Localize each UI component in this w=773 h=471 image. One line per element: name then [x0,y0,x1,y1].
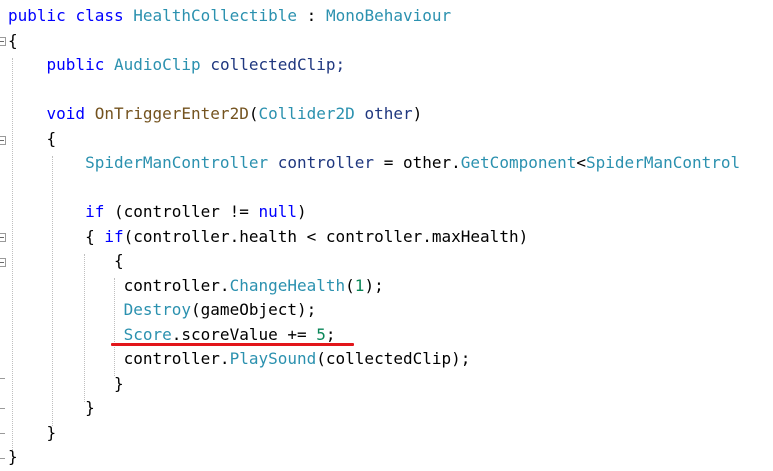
fold-toggle-class[interactable] [0,37,6,46]
code-line-11: { [113,251,124,270]
code-line-6: { [46,128,57,148]
fold-end-tick [0,433,5,434]
fold-toggle-inner-if[interactable] [0,258,6,267]
code-line-7: SpiderManController controller = other.G… [85,153,741,172]
fold-toggle-method[interactable] [0,136,6,145]
code-editor[interactable]: public class HealthCollectible : MonoBeh… [8,4,773,470]
fold-end-tick [0,408,5,409]
code-line-1: public class HealthCollectible : MonoBeh… [8,6,452,25]
highlight-underline [111,343,354,346]
code-line-2: { [8,30,18,50]
code-line-16: } [113,373,124,393]
editor-gutter [0,0,8,471]
fold-toggle-if[interactable] [0,233,6,242]
code-line-5: void OnTriggerEnter2D(Collider2D other) [46,104,423,123]
code-line-13: Destroy(gameObject); [123,300,317,319]
code-line-3: public AudioClip collectedClip; [46,55,346,74]
fold-end-tick [0,458,5,459]
code-line-18: } [46,422,57,442]
code-line-12: controller.ChangeHealth(1); [123,275,384,295]
code-line-15: controller.PlaySound(collectedClip); [123,349,471,368]
code-line-10: { if(controller.health < controller.maxH… [85,226,529,246]
code-line-19: } [8,447,18,466]
code-line-17: } [85,398,95,417]
fold-end-tick [0,378,5,379]
code-line-9: if (controller != null) [85,202,307,221]
